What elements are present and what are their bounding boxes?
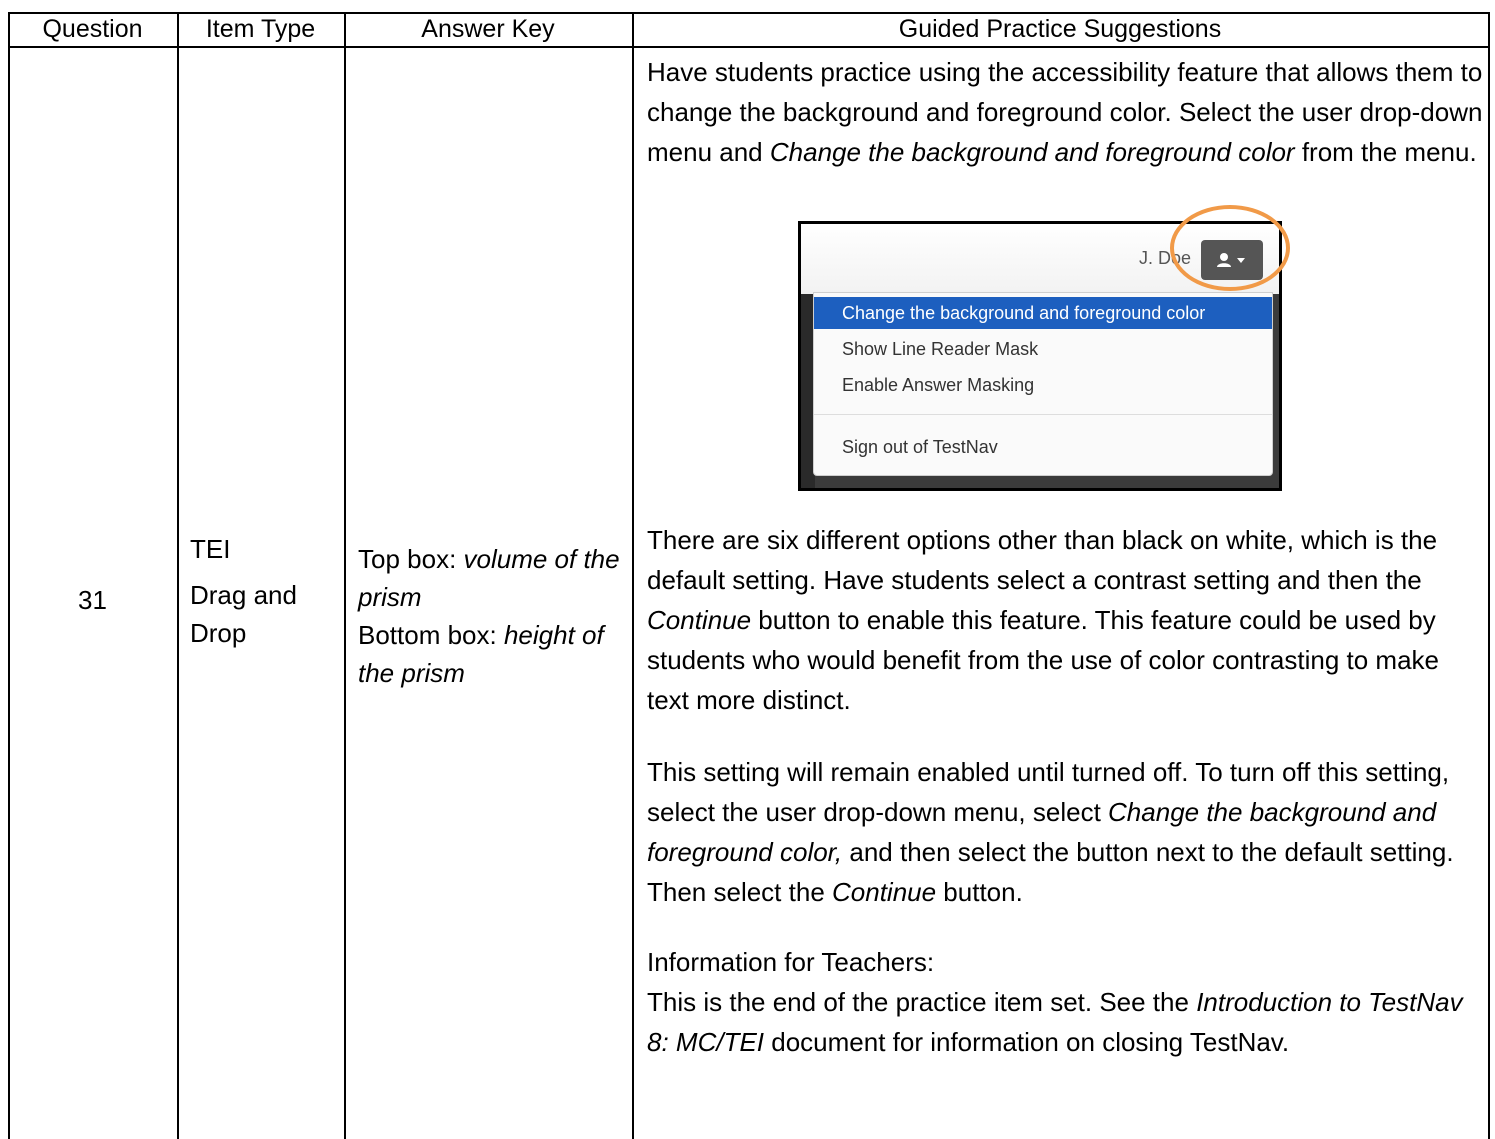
menu-item-answer-masking[interactable]: Enable Answer Masking (814, 369, 1272, 401)
guided-paragraph-1: Have students practice using the accessi… (647, 52, 1485, 172)
col-border-2 (344, 12, 346, 1139)
answer-bottom-label: Bottom box: (358, 620, 504, 650)
header-item-type: Item Type (205, 14, 316, 43)
item-type-name: Drag and Drop (190, 580, 297, 648)
p2-text-c: button to enable this feature. This feat… (647, 605, 1439, 715)
header-guided-practice: Guided Practice Suggestions (898, 14, 1222, 43)
header-row-border (8, 46, 1490, 48)
question-number: 31 (78, 585, 107, 615)
guided-paragraph-3: This setting will remain enabled until t… (647, 752, 1485, 912)
header-answer-key: Answer Key (421, 14, 555, 43)
p3-text-e: button. (936, 877, 1023, 907)
menu-item-sign-out[interactable]: Sign out of TestNav (814, 431, 1272, 463)
col-border-left (8, 12, 10, 1139)
p2-text-a: There are six different options other th… (647, 525, 1438, 595)
menu-separator (814, 414, 1272, 415)
answer-key-cell: Top box: volume of the prism Bottom box:… (358, 540, 633, 692)
highlight-ring (1170, 205, 1290, 291)
p4-text-c: document for information on closing Test… (764, 1027, 1290, 1057)
user-dropdown-menu: Change the background and foreground col… (813, 292, 1273, 476)
answer-bottom: Bottom box: height of the prism (358, 616, 633, 692)
item-type-category: TEI (190, 534, 231, 564)
item-type-cell: TEI Drag and Drop (190, 530, 340, 660)
teacher-info-heading: Information for Teachers: (647, 947, 935, 977)
p2-text-b: Continue (647, 605, 752, 635)
p4-text-a: This is the end of the practice item set… (647, 987, 1197, 1017)
header-question: Question (42, 14, 143, 43)
col-border-right (1488, 12, 1490, 1139)
guided-paragraph-2: There are six different options other th… (647, 520, 1485, 720)
guided-paragraph-4: Information for Teachers: This is the en… (647, 942, 1485, 1062)
p1-text-b: Change the background and foreground col… (769, 137, 1295, 167)
answer-top-label: Top box: (358, 544, 464, 574)
p1-text-c: from the menu. (1294, 137, 1477, 167)
p3-text-d: Continue (832, 877, 937, 907)
col-border-1 (177, 12, 179, 1139)
menu-item-line-reader[interactable]: Show Line Reader Mask (814, 333, 1272, 365)
menu-item-change-color[interactable]: Change the background and foreground col… (814, 297, 1272, 329)
answer-top: Top box: volume of the prism (358, 540, 633, 616)
